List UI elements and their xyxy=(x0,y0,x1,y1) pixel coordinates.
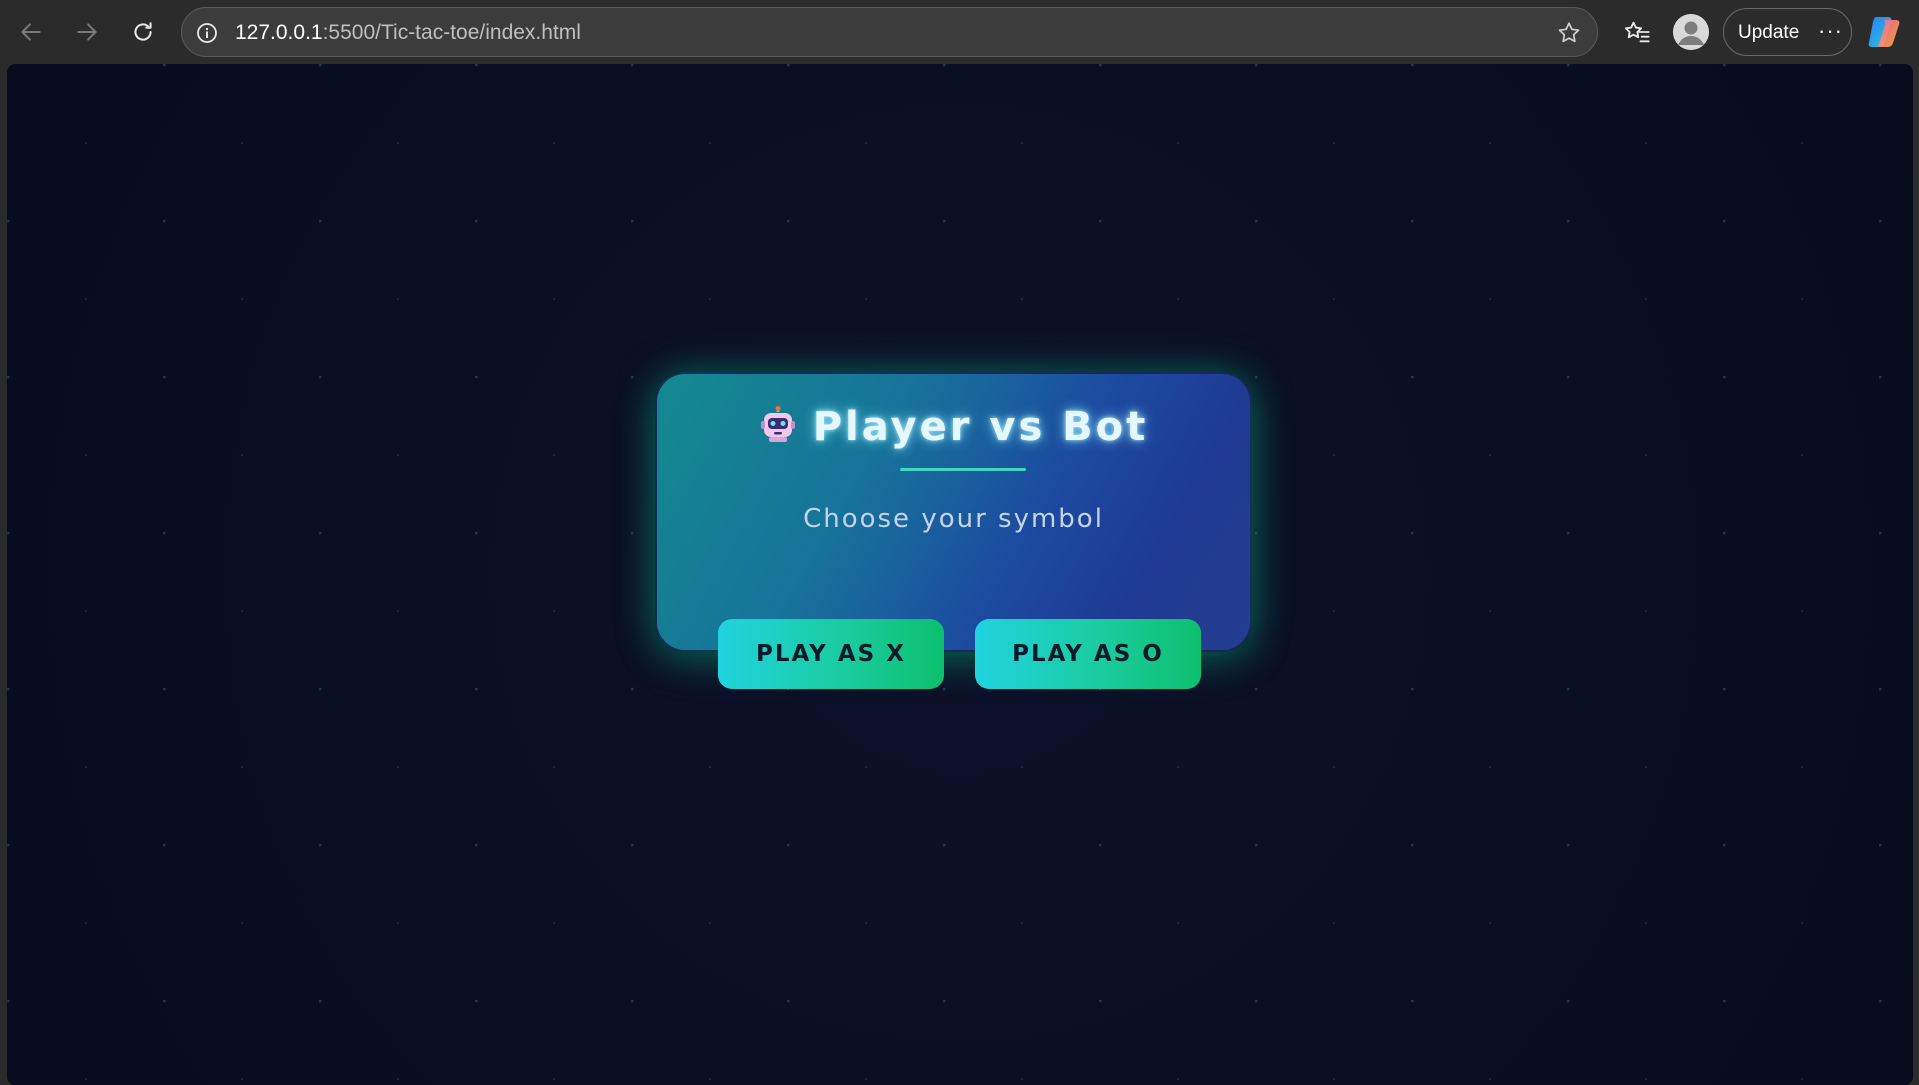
arrow-right-icon xyxy=(77,23,97,41)
subtitle: Choose your symbol xyxy=(803,504,1104,534)
forward-button[interactable] xyxy=(69,14,105,50)
back-button[interactable] xyxy=(13,14,49,50)
profile-avatar[interactable] xyxy=(1673,14,1709,50)
address-bar[interactable]: 127.0.0.1:5500/Tic-tac-toe/index.html xyxy=(181,7,1598,57)
page-title: Player vs Bot xyxy=(657,404,1250,450)
site-info-icon[interactable] xyxy=(194,20,220,46)
url-path: :5500/Tic-tac-toe/index.html xyxy=(322,21,581,44)
star-icon[interactable] xyxy=(1555,19,1583,47)
title-underline xyxy=(900,468,1026,471)
robot-icon xyxy=(760,406,795,442)
play-as-x-button[interactable]: PLAY AS X xyxy=(718,619,944,689)
url-host: 127.0.0.1 xyxy=(235,21,323,44)
arrow-left-icon xyxy=(21,23,41,41)
update-button[interactable]: Update ··· xyxy=(1723,8,1852,56)
title-text: Player vs Bot xyxy=(812,404,1149,450)
url-text[interactable]: 127.0.0.1:5500/Tic-tac-toe/index.html xyxy=(235,21,581,45)
copilot-icon[interactable] xyxy=(1866,14,1904,50)
reload-button[interactable] xyxy=(125,14,161,50)
more-icon[interactable]: ··· xyxy=(1818,18,1843,44)
mode-card: Player vs Bot Choose your symbol xyxy=(655,372,1252,652)
browser-toolbar: 127.0.0.1:5500/Tic-tac-toe/index.html Up… xyxy=(0,0,1919,64)
reload-icon xyxy=(134,22,152,41)
favorites-icon[interactable] xyxy=(1620,15,1654,49)
play-as-o-button[interactable]: PLAY AS O xyxy=(975,619,1201,689)
update-label: Update xyxy=(1738,22,1800,43)
user-icon xyxy=(1673,14,1709,50)
